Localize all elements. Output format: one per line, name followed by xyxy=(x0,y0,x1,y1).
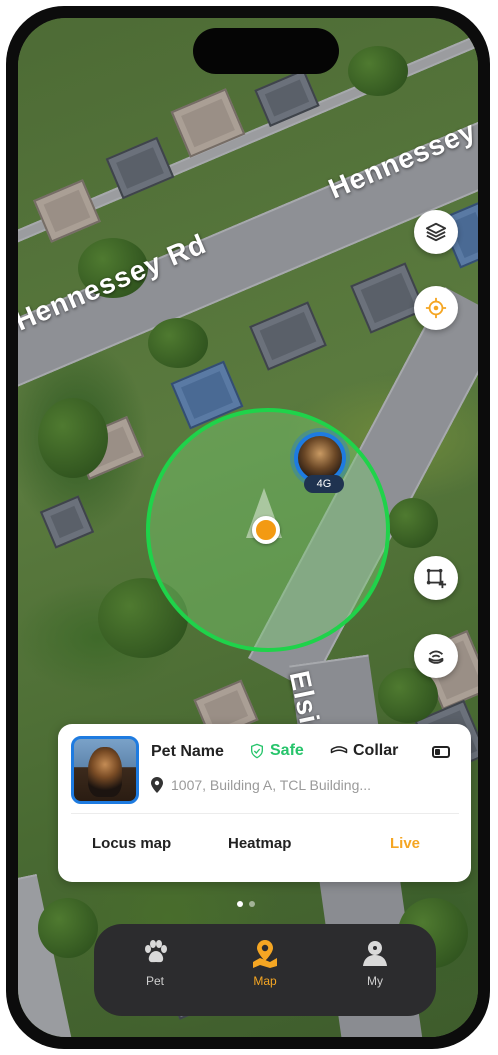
tree xyxy=(38,898,98,958)
pager-dot xyxy=(249,901,255,907)
safety-status: Safe xyxy=(249,742,304,760)
network-badge: 4G xyxy=(304,475,344,493)
nav-my[interactable]: My xyxy=(330,938,420,988)
pager-dot-active xyxy=(237,901,243,907)
device-status: Collar xyxy=(330,742,398,760)
shield-check-icon xyxy=(251,743,263,759)
current-location-dot xyxy=(252,516,280,544)
collar-signal-icon xyxy=(428,650,444,664)
nav-map[interactable]: Map xyxy=(220,938,310,988)
pet-photo[interactable] xyxy=(71,736,139,804)
battery-low-icon xyxy=(432,746,450,758)
add-geofence-icon xyxy=(426,568,447,589)
device-label: Collar xyxy=(353,742,399,759)
address-text: 1007, Building A, TCL Building... xyxy=(171,777,372,793)
nav-my-label: My xyxy=(367,974,383,988)
pet-address: 1007, Building A, TCL Building... xyxy=(151,777,371,793)
collar-icon xyxy=(330,746,348,754)
tab-locus-map[interactable]: Locus map xyxy=(92,835,171,852)
layers-icon xyxy=(425,222,447,242)
pet-name: Pet Name xyxy=(151,743,224,760)
tree xyxy=(388,498,438,548)
phone-frame: Hennessey Rd Hennessey Rd Elsie 4G xyxy=(6,6,490,1049)
nav-pet[interactable]: Pet xyxy=(110,938,200,988)
tree xyxy=(148,318,208,368)
paw-icon xyxy=(145,940,167,963)
location-pin-icon xyxy=(151,777,163,793)
tree xyxy=(38,398,108,478)
map-pin-icon xyxy=(253,940,277,968)
satellite-map[interactable]: Hennessey Rd Hennessey Rd Elsie 4G xyxy=(18,18,478,1037)
locate-button[interactable] xyxy=(414,286,458,330)
app-screen: Hennessey Rd Hennessey Rd Elsie 4G xyxy=(18,18,478,1037)
nav-map-label: Map xyxy=(253,974,277,988)
safety-status-label: Safe xyxy=(270,742,304,759)
add-geofence-button[interactable] xyxy=(414,556,458,600)
tree xyxy=(348,46,408,96)
tab-heatmap[interactable]: Heatmap xyxy=(228,835,291,852)
collar-signal-button[interactable] xyxy=(414,634,458,678)
locate-icon xyxy=(425,297,447,319)
user-icon xyxy=(363,941,387,966)
track-mode-tabs: Locus map Heatmap Live xyxy=(58,814,471,874)
nav-pet-label: Pet xyxy=(145,974,164,988)
pet-avatar xyxy=(298,436,342,480)
card-pager xyxy=(237,901,255,907)
tab-live[interactable]: Live xyxy=(390,835,420,852)
pet-info-card[interactable]: Pet Name Safe Collar 1007, Building A, T… xyxy=(58,724,471,882)
dynamic-island xyxy=(193,28,339,74)
dog-image xyxy=(88,747,122,797)
layers-button[interactable] xyxy=(414,210,458,254)
bottom-nav: Pet Map My xyxy=(94,924,436,1016)
